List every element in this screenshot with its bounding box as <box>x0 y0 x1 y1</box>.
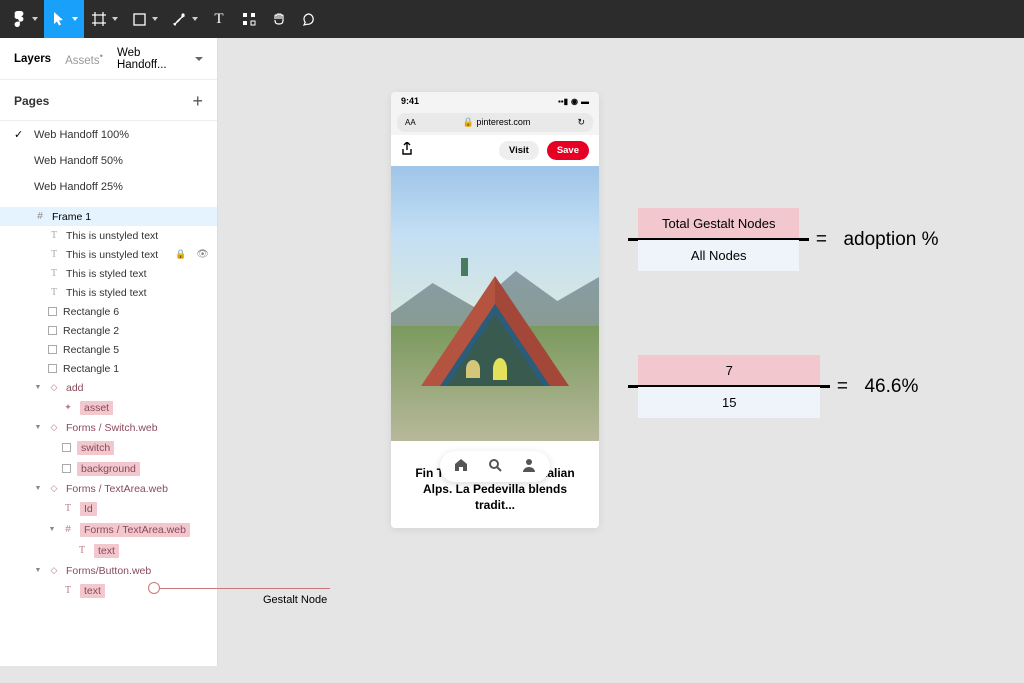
layer-row[interactable]: TId <box>0 498 217 519</box>
phone-status-bar: 9:41 ▪▪▮ ◉ ▬ <box>391 92 599 110</box>
pin-action-bar: Visit Save <box>391 135 599 166</box>
chevron-down-icon <box>195 57 203 61</box>
value-denominator: 15 <box>638 387 820 418</box>
pen-icon <box>170 10 188 28</box>
layers-panel: Layers Assets• Web Handoff... Pages + ✓W… <box>0 38 218 666</box>
shape-tool[interactable] <box>124 0 164 38</box>
battery-icon: ▬ <box>581 97 589 106</box>
layer-row[interactable]: #Frame 1 <box>0 207 217 226</box>
layer-row[interactable]: Rectangle 1 <box>0 359 217 378</box>
visit-button[interactable]: Visit <box>499 141 539 160</box>
layer-row[interactable]: ✦asset <box>0 397 217 418</box>
layer-row[interactable]: TThis is unstyled text🔒👁 <box>0 245 217 264</box>
layers-tab[interactable]: Layers <box>14 53 51 65</box>
pin-image <box>391 166 599 441</box>
page-item[interactable]: ✓Web Handoff 100% <box>0 121 217 148</box>
canvas[interactable]: 9:41 ▪▪▮ ◉ ▬ AA 🔒 pinterest.com ↻ Visit … <box>218 38 1024 666</box>
page-item[interactable]: Web Handoff 25% <box>0 174 217 203</box>
component-tool[interactable] <box>234 0 264 38</box>
figma-logo-icon <box>10 10 28 28</box>
wifi-icon: ◉ <box>571 97 578 106</box>
reload-icon[interactable]: ↻ <box>577 117 585 128</box>
layer-row[interactable]: Ttext <box>0 580 217 601</box>
phone-time: 9:41 <box>401 96 419 106</box>
pen-tool[interactable] <box>164 0 204 38</box>
comment-icon <box>300 10 318 28</box>
layer-row[interactable]: ▼◇Forms / Switch.web <box>0 418 217 437</box>
layer-row[interactable]: background <box>0 458 217 479</box>
layer-row[interactable]: TThis is styled text <box>0 283 217 302</box>
menu-tool[interactable] <box>4 0 44 38</box>
layer-row[interactable]: ▼◇Forms/Button.web <box>0 561 217 580</box>
check-icon: ✓ <box>14 128 26 141</box>
phone-mockup: 9:41 ▪▪▮ ◉ ▬ AA 🔒 pinterest.com ↻ Visit … <box>391 92 599 528</box>
profile-icon[interactable] <box>522 458 536 475</box>
layer-row[interactable]: switch <box>0 437 217 458</box>
frame-tool[interactable] <box>84 0 124 38</box>
phone-bottom-nav <box>440 451 550 482</box>
url-host: pinterest.com <box>476 117 530 127</box>
page-item[interactable]: Web Handoff 50% <box>0 148 217 174</box>
formula-denominator: All Nodes <box>638 240 799 271</box>
home-icon[interactable] <box>454 458 468 475</box>
text-tool[interactable]: T <box>204 0 234 38</box>
assets-tab[interactable]: Assets• <box>65 51 103 67</box>
hand-icon <box>270 10 288 28</box>
adoption-value: 7 15 = 46.6% <box>638 355 918 418</box>
layer-row[interactable]: TThis is styled text <box>0 264 217 283</box>
layer-row[interactable]: Rectangle 5 <box>0 340 217 359</box>
frame-icon <box>90 10 108 28</box>
layer-row[interactable]: Rectangle 2 <box>0 321 217 340</box>
layer-row[interactable]: Ttext <box>0 540 217 561</box>
layer-row[interactable]: ▼◇add <box>0 378 217 397</box>
formula-result: adoption % <box>843 229 938 251</box>
signal-icon: ▪▪▮ <box>558 97 568 106</box>
layer-row[interactable]: ▼#Forms / TextArea.web <box>0 519 217 540</box>
share-icon[interactable] <box>401 142 413 159</box>
formula-numerator: Total Gestalt Nodes <box>638 208 799 239</box>
text-size-button[interactable]: AA <box>405 118 416 127</box>
text-icon: T <box>210 10 228 28</box>
adoption-formula: Total Gestalt Nodes All Nodes = adoption… <box>638 208 939 271</box>
search-icon[interactable] <box>488 458 502 475</box>
pages-heading: Pages <box>14 94 49 108</box>
value-numerator: 7 <box>638 355 820 386</box>
comment-tool[interactable] <box>294 0 324 38</box>
resources-icon <box>240 10 258 28</box>
rectangle-icon <box>130 10 148 28</box>
browser-url-bar: AA 🔒 pinterest.com ↻ <box>397 113 593 132</box>
save-button[interactable]: Save <box>547 141 589 160</box>
value-result: 46.6% <box>864 376 918 398</box>
pages-list: ✓Web Handoff 100% Web Handoff 50% Web Ha… <box>0 121 217 203</box>
layer-row[interactable]: ▼◇Forms / TextArea.web <box>0 479 217 498</box>
add-page-button[interactable]: + <box>192 92 203 110</box>
layer-row[interactable]: Rectangle 6 <box>0 302 217 321</box>
cursor-icon <box>50 10 68 28</box>
layer-row[interactable]: TThis is unstyled text <box>0 226 217 245</box>
page-dropdown[interactable]: Web Handoff... <box>117 47 203 71</box>
callout-label: Gestalt Node <box>263 594 327 606</box>
hand-tool[interactable] <box>264 0 294 38</box>
layer-tree: #Frame 1TThis is unstyled textTThis is u… <box>0 203 217 683</box>
move-tool[interactable] <box>44 0 84 38</box>
callout-dot <box>148 582 160 594</box>
callout-line <box>155 588 330 589</box>
lock-icon: 🔒 <box>463 117 474 127</box>
top-toolbar: T <box>0 0 1024 38</box>
